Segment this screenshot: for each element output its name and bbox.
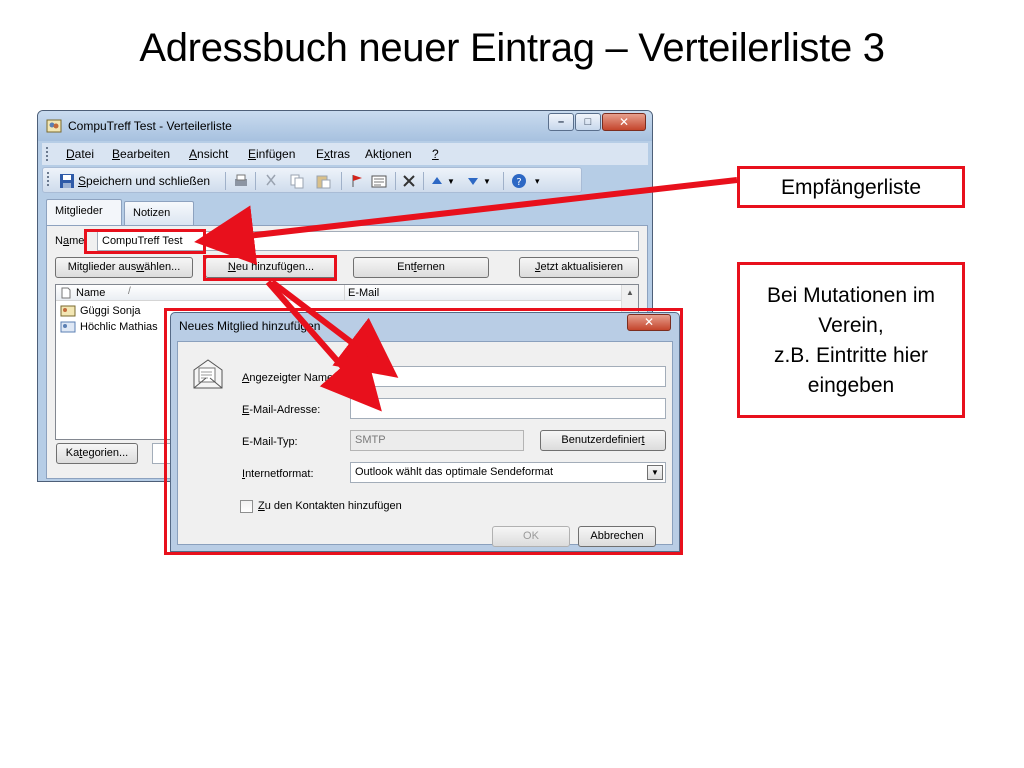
add-new-button-highlight xyxy=(203,255,337,281)
arrow-down-icon xyxy=(468,178,478,185)
name-label: Name xyxy=(55,235,85,247)
dialog-title: Neues Mitglied hinzufügen xyxy=(179,319,321,333)
save-icon xyxy=(60,174,74,188)
contact-card-icon xyxy=(60,321,76,333)
remove-button[interactable]: Entfernen xyxy=(353,257,489,278)
menu-help[interactable]: ? xyxy=(432,147,439,161)
flag-icon xyxy=(352,175,362,187)
chevron-down-icon[interactable]: ▼ xyxy=(647,465,663,480)
menu-bar: Datei Bearbeiten Ansicht Einfügen Extras… xyxy=(42,143,648,165)
help-icon: ? xyxy=(512,174,526,188)
email-address-input[interactable] xyxy=(350,398,666,419)
name-field-highlight xyxy=(84,229,206,254)
menu-actions[interactable]: Aktionen xyxy=(365,147,412,161)
delete-button[interactable] xyxy=(401,172,417,190)
menu-edit[interactable]: Bearbeiten xyxy=(112,147,170,161)
print-button[interactable] xyxy=(233,172,249,190)
menu-insert[interactable]: Einfügen xyxy=(248,147,295,161)
close-icon: ✕ xyxy=(618,115,630,129)
previous-item-button[interactable]: ▼ xyxy=(429,172,455,190)
copy-icon xyxy=(290,174,304,189)
cancel-button[interactable]: Abbrechen xyxy=(578,526,656,547)
copy-button[interactable] xyxy=(289,172,305,190)
svg-text:?: ? xyxy=(516,177,521,188)
paste-icon xyxy=(316,175,331,189)
chevron-down-icon: ▼ xyxy=(447,176,455,186)
custom-type-button[interactable]: Benutzerdefiniert xyxy=(540,430,666,451)
cut-icon xyxy=(266,174,276,186)
select-members-button[interactable]: Mitglieder auswählen... xyxy=(55,257,193,278)
add-to-contacts-checkbox[interactable] xyxy=(240,500,253,513)
maximize-button[interactable]: □ xyxy=(575,113,601,131)
dialog-body: Angezeigter Name: E-Mail-Adresse: E-Mail… xyxy=(177,341,673,547)
save-and-close-button[interactable]: Speichern und schließen xyxy=(59,172,210,190)
distribution-list-icon xyxy=(46,119,62,133)
list-item[interactable]: Höchlic Mathias xyxy=(60,319,158,335)
toolbar-grip[interactable] xyxy=(47,172,49,186)
new-member-dialog: Neues Mitglied hinzufügen ✕ Angezeigter … xyxy=(170,312,680,552)
delete-x-icon xyxy=(403,175,415,187)
callout-mutations: Bei Mutationen im Verein, z.B. Eintritte… xyxy=(737,262,965,418)
arrow-up-icon xyxy=(432,177,442,184)
callout-recipient-list: Empfängerliste xyxy=(737,166,965,208)
scroll-up-icon[interactable]: ▲ xyxy=(622,285,638,297)
internet-format-label: Internetformat: xyxy=(242,468,314,480)
tab-members[interactable]: Mitglieder xyxy=(46,199,122,225)
internet-format-value: Outlook wählt das optimale Sendeformat xyxy=(355,466,554,478)
maximize-icon: □ xyxy=(584,116,592,128)
sort-indicator: / xyxy=(128,286,131,297)
categories-button[interactable]: Kategorien... xyxy=(56,443,138,464)
standard-toolbar: Speichern und schließen ▼ ▼ ? ▾ xyxy=(42,167,582,193)
column-email-header[interactable]: E-Mail xyxy=(348,287,379,299)
next-item-button[interactable]: ▼ xyxy=(465,172,491,190)
menu-file[interactable]: Datei xyxy=(66,147,94,161)
paste-button[interactable] xyxy=(315,172,331,190)
window-title: CompuTreff Test - Verteilerliste xyxy=(68,119,232,133)
display-name-input[interactable] xyxy=(350,366,666,387)
close-button[interactable]: ✕ xyxy=(602,113,646,131)
cut-button[interactable] xyxy=(263,172,279,190)
email-type-label: E-Mail-Typ: xyxy=(242,436,298,448)
tab-notes[interactable]: Notizen xyxy=(124,201,194,225)
menu-view[interactable]: Ansicht xyxy=(189,147,228,161)
address-card-icon xyxy=(371,175,387,188)
menu-extras[interactable]: Extras xyxy=(316,147,350,161)
contact-card-icon xyxy=(60,305,76,317)
window-titlebar[interactable]: CompuTreff Test - Verteilerliste – □ ✕ xyxy=(38,111,652,141)
list-header: Name / E-Mail xyxy=(56,285,622,301)
column-name-header[interactable]: Name xyxy=(76,287,105,299)
update-now-button[interactable]: Jetzt aktualisieren xyxy=(519,257,639,278)
slide-title: Adressbuch neuer Eintrag – Verteilerlist… xyxy=(139,26,885,70)
toolbar-options-icon[interactable]: ▾ xyxy=(535,172,540,190)
chevron-down-icon: ▼ xyxy=(483,176,491,186)
add-to-contacts-label[interactable]: Zu den Kontakten hinzufügen xyxy=(258,500,402,512)
email-address-label: E-Mail-Adresse: xyxy=(242,404,321,416)
help-button[interactable]: ? xyxy=(511,172,527,190)
flag-button[interactable] xyxy=(349,172,365,190)
address-card-button[interactable] xyxy=(371,172,387,190)
document-icon xyxy=(61,287,71,299)
display-name-label: Angezeigter Name: xyxy=(242,372,337,384)
menu-grip[interactable] xyxy=(46,147,48,161)
minimize-icon: – xyxy=(557,116,565,128)
print-icon xyxy=(235,174,247,186)
dialog-close-button[interactable]: ✕ xyxy=(627,314,671,331)
ok-button[interactable]: OK xyxy=(492,526,570,547)
new-contact-envelope-icon xyxy=(193,359,223,389)
list-item[interactable]: Güggi Sonja xyxy=(60,303,141,319)
email-type-field: SMTP xyxy=(350,430,524,451)
internet-format-select[interactable]: Outlook wählt das optimale Sendeformat ▼ xyxy=(350,462,666,483)
minimize-button[interactable]: – xyxy=(548,113,574,131)
